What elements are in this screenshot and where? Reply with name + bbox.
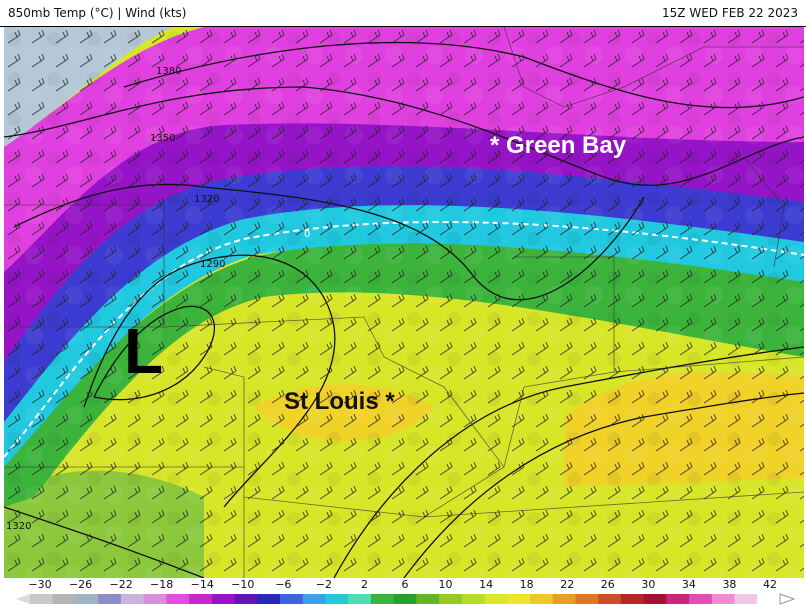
- legend-color-swatch: [666, 594, 690, 604]
- legend-color-swatch: [575, 594, 599, 604]
- header-bar: 850mb Temp (°C) | Wind (kts) 15Z WED FEB…: [0, 0, 806, 27]
- legend-color-swatch: [711, 594, 736, 604]
- legend-tick-label: 2: [360, 578, 368, 591]
- legend-tick-label: 10: [438, 578, 453, 591]
- legend-color-swatch: [620, 594, 645, 604]
- legend-tick-label: 38: [722, 578, 737, 591]
- legend-color-swatch: [75, 594, 99, 604]
- legend-tick-label: −2: [315, 578, 332, 591]
- legend-tick-label: 26: [600, 578, 615, 591]
- legend-color-swatch: [98, 594, 122, 604]
- legend-color-swatch: [689, 594, 713, 604]
- legend-tick-label: 34: [681, 578, 696, 591]
- legend-color-swatch: [52, 594, 76, 604]
- isotherm-label-0: 0: [304, 229, 310, 240]
- legend-color-swatch: [439, 594, 463, 604]
- legend-colorbar: [16, 593, 796, 605]
- legend-tick-label: −30: [28, 578, 52, 591]
- legend-tick-label: −26: [68, 578, 93, 591]
- legend-tick-label: 6: [401, 578, 409, 591]
- legend-tick-label: 18: [519, 578, 534, 591]
- legend-tick-label: −10: [231, 578, 255, 591]
- legend-color-swatch: [757, 594, 781, 604]
- temperature-legend: −30 −26 −22 −18 −14 −10 −6 −2 2 6 10 14 18 22 26 30 34 38…: [0, 578, 806, 606]
- legend-tick-label: −22: [109, 578, 133, 591]
- legend-tick-label: 14: [479, 578, 494, 591]
- contour-label-1320-bottom: 1320: [6, 521, 31, 532]
- wind-barbs: [4, 27, 804, 578]
- contour-label-1380: 1380: [156, 66, 181, 77]
- valid-time-label: 15Z WED FEB 22 2023: [662, 6, 798, 20]
- legend-max-arrow: [779, 593, 796, 605]
- legend-tick-label: 42: [763, 578, 777, 591]
- legend-color-swatch: [507, 594, 531, 604]
- chart-title: 850mb Temp (°C) | Wind (kts): [8, 6, 187, 20]
- legend-color-swatch: [234, 594, 258, 604]
- legend-color-swatch: [120, 594, 145, 604]
- legend-color-swatch: [393, 594, 417, 604]
- legend-color-swatch: [734, 594, 758, 604]
- legend-color-swatch: [211, 594, 236, 604]
- legend-color-swatch: [166, 594, 190, 604]
- legend-color-swatch: [461, 594, 486, 604]
- contour-label-1350: 1350: [150, 133, 175, 144]
- legend-color-swatch: [348, 594, 372, 604]
- contour-label-1320-top: 1320: [194, 194, 219, 205]
- legend-color-swatch: [530, 594, 554, 604]
- legend-color-swatch: [143, 594, 167, 604]
- legend-tick-label: −6: [275, 578, 292, 591]
- legend-color-swatch: [484, 594, 508, 604]
- contour-label-1290: 1290: [200, 259, 225, 270]
- legend-tick-label: −14: [190, 578, 214, 591]
- st-louis-label: St Louis *: [284, 388, 395, 415]
- legend-color-swatch: [257, 594, 281, 604]
- legend-color-swatch: [189, 594, 213, 604]
- legend-color-swatch: [416, 594, 440, 604]
- legend-tick-label: 22: [560, 578, 575, 591]
- legend-color-swatch: [302, 594, 326, 604]
- legend-color-swatch: [325, 594, 349, 604]
- weather-map: 1380 1350 1320 1290 1320 0 * Green Bay S…: [4, 27, 804, 578]
- low-pressure-marker: L: [124, 315, 163, 387]
- legend-color-swatch: [370, 594, 395, 604]
- legend-color-swatch: [30, 594, 54, 604]
- legend-tick-label: −18: [150, 578, 174, 591]
- legend-color-swatch: [643, 594, 667, 604]
- legend-tick-label: 30: [641, 578, 656, 591]
- legend-color-swatch: [552, 594, 576, 604]
- green-bay-label: * Green Bay: [490, 132, 627, 159]
- legend-color-swatch: [598, 594, 622, 604]
- legend-min-arrow: [16, 594, 30, 604]
- legend-color-swatch: [280, 594, 304, 604]
